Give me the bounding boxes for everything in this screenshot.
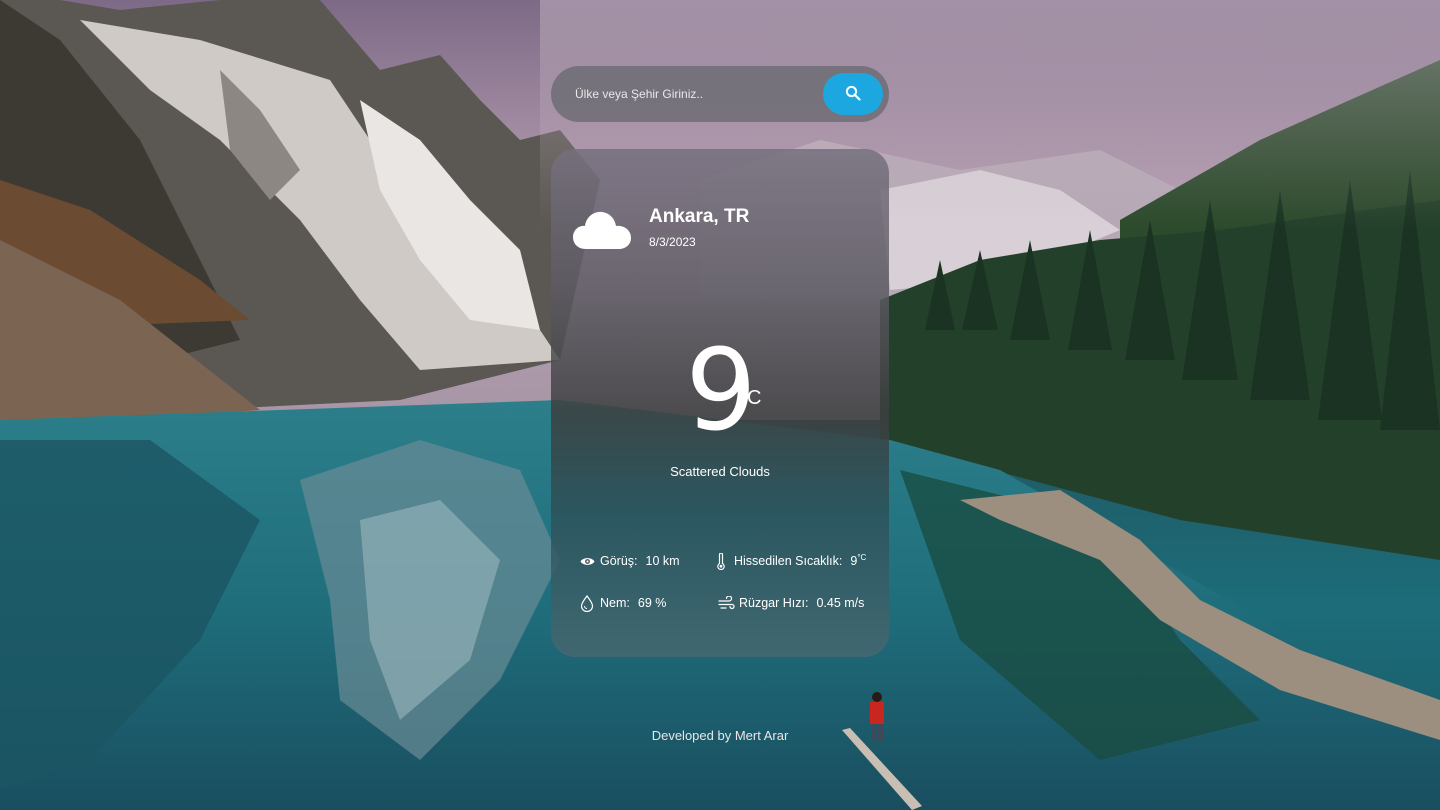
footer-credit: Developed by Mert Arar [651, 728, 789, 743]
visibility-stat: Görüş: 10 km [578, 552, 680, 570]
search-icon [845, 85, 861, 104]
temperature-unit: °C [739, 387, 762, 409]
humidity-label: Nem: [600, 596, 630, 610]
search-input[interactable] [551, 66, 821, 122]
wind-value: 0.45 m/s [816, 596, 865, 610]
weather-card: Ankara, TR 8/3/2023 9 °C Scattered Cloud… [551, 149, 889, 657]
thermometer-icon [712, 552, 730, 570]
search-bar [551, 66, 889, 122]
humidity-stat: Nem: 69 % [578, 594, 666, 612]
weather-date: 8/3/2023 [649, 235, 696, 249]
weather-description: Scattered Clouds [670, 464, 770, 479]
search-button[interactable] [823, 73, 883, 115]
city-name: Ankara, TR [649, 206, 750, 227]
temperature-display: 9 °C [551, 335, 889, 447]
visibility-label: Görüş: [600, 554, 638, 568]
wind-icon [717, 594, 735, 612]
wind-stat: Rüzgar Hızı: 0.45 m/s [717, 594, 864, 612]
cloud-icon [572, 205, 632, 258]
wind-label: Rüzgar Hızı: [739, 596, 809, 610]
feels-like-unit: °C [857, 553, 867, 563]
feels-like-label: Hissedilen Sıcaklık: [734, 554, 843, 568]
feels-like-stat: Hissedilen Sıcaklık: 9°C [712, 552, 866, 570]
visibility-value: 10 km [645, 554, 680, 568]
eye-icon [578, 552, 596, 570]
humidity-value: 69 % [637, 596, 667, 610]
feels-like-value: 9°C [850, 553, 867, 569]
droplet-icon [578, 594, 596, 612]
